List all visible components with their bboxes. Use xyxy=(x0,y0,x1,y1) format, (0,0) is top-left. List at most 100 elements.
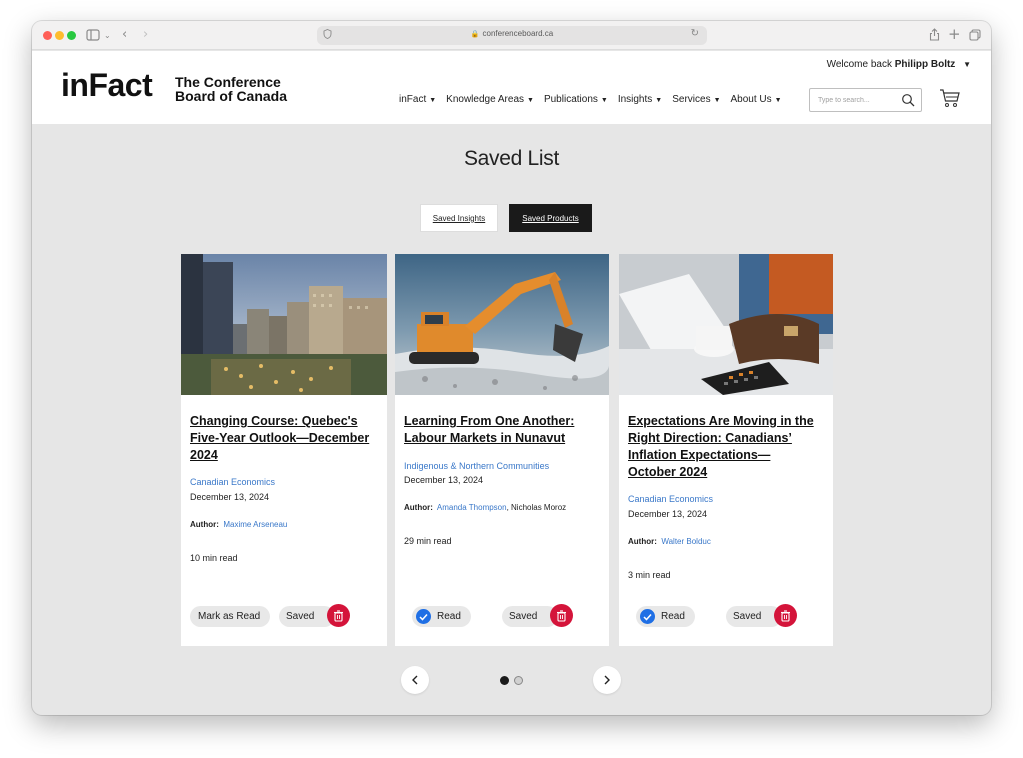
remove-saved-button[interactable] xyxy=(327,604,350,627)
trash-icon xyxy=(781,609,790,622)
remove-saved-button[interactable] xyxy=(774,604,797,627)
nav-label: Publications xyxy=(543,94,598,105)
user-name: Philipp Boltz xyxy=(894,59,956,70)
user-menu[interactable]: Welcome back Philipp Boltz ▼ xyxy=(827,59,971,70)
card-category[interactable]: Canadian Economics xyxy=(190,477,275,487)
previous-page-button[interactable] xyxy=(401,666,429,694)
card-category[interactable]: Indigenous & Northern Communities xyxy=(404,461,549,471)
saved-product-card: Expectations Are Moving in the Right Dir… xyxy=(619,254,833,646)
card-read-time: 10 min read xyxy=(190,553,238,563)
next-page-button[interactable] xyxy=(593,666,621,694)
saved-label: Saved xyxy=(286,611,315,622)
share-icon[interactable] xyxy=(929,28,940,41)
back-icon[interactable]: ‹ xyxy=(122,27,127,43)
saved-label: Saved xyxy=(733,611,762,622)
saved-product-card: Learning From One Another: Labour Market… xyxy=(395,254,609,646)
page-title: Saved List xyxy=(463,147,560,170)
caret-down-icon: ▼ xyxy=(655,97,663,104)
nav-label: Services xyxy=(672,94,711,105)
card-author: Author: Maxime Arseneau xyxy=(190,520,287,529)
trash-icon xyxy=(334,609,343,622)
address-bar[interactable]: 🔒 conferenceboard.ca ↻ xyxy=(317,26,707,45)
trash-icon xyxy=(557,609,566,622)
author-rest: , Nicholas Moroz xyxy=(506,503,567,512)
author-link[interactable]: Maxime Arseneau xyxy=(223,520,287,529)
conference-board-logo[interactable]: The Conference Board of Canada xyxy=(175,75,287,103)
nav-label: About Us xyxy=(730,94,772,105)
nav-item-about-us[interactable]: About Us ▼ xyxy=(731,94,782,105)
close-window-button[interactable] xyxy=(43,31,52,40)
cart-icon[interactable] xyxy=(939,87,961,109)
caret-down-icon: ▼ xyxy=(774,97,782,104)
url-text: conferenceboard.ca xyxy=(482,29,554,38)
tab-saved-products[interactable]: Saved Products xyxy=(509,204,592,232)
caret-down-icon: ▼ xyxy=(963,60,971,69)
new-tab-icon[interactable]: + xyxy=(948,26,961,42)
minimize-window-button[interactable] xyxy=(55,31,64,40)
saved-label: Saved xyxy=(509,611,538,622)
caret-down-icon: ▼ xyxy=(527,97,534,104)
search-icon[interactable] xyxy=(901,93,915,107)
author-label: Author: xyxy=(190,520,219,529)
page-dot-2[interactable] xyxy=(514,676,523,685)
site-header: inFact The Conference Board of Canada We… xyxy=(32,51,991,124)
read-status-button[interactable]: Read xyxy=(412,606,471,627)
remove-saved-button[interactable] xyxy=(550,604,573,627)
chevron-right-icon xyxy=(604,675,610,685)
sidebar-toggle-icon[interactable] xyxy=(86,29,100,41)
author-label: Author: xyxy=(404,503,433,512)
tab-saved-insights[interactable]: Saved Insights xyxy=(420,204,498,232)
lock-icon: 🔒 xyxy=(470,31,480,38)
nav-item-services[interactable]: Services ▼ xyxy=(672,94,720,105)
card-author: Author: Walter Bolduc xyxy=(628,537,711,546)
zoom-window-button[interactable] xyxy=(67,31,76,40)
caret-down-icon: ▼ xyxy=(713,97,721,104)
reload-icon[interactable]: ↻ xyxy=(691,28,699,39)
nav-label: Knowledge Areas xyxy=(446,94,525,105)
card-date: December 13, 2024 xyxy=(404,475,484,485)
card-category[interactable]: Canadian Economics xyxy=(628,494,713,504)
infact-logo[interactable]: inFact xyxy=(61,67,153,104)
read-label: Read xyxy=(661,611,685,622)
tab-overview-icon[interactable] xyxy=(969,29,981,41)
browser-window: ⌄ ‹ › 🔒 conferenceboard.ca ↻ + inFact The… xyxy=(32,21,991,715)
card-author: Author: Amanda Thompson, Nicholas Moroz xyxy=(404,503,566,512)
saved-product-card: Changing Course: Quebec's Five-Year Outl… xyxy=(181,254,387,646)
nav-label: Insights xyxy=(617,94,653,105)
main-nav: inFact ▼ Knowledge Areas ▼ Publications ▼ I… xyxy=(399,94,792,105)
excavator-image[interactable] xyxy=(395,254,609,395)
card-title[interactable]: Learning From One Another: Labour Market… xyxy=(404,413,592,447)
chevron-down-icon[interactable]: ⌄ xyxy=(104,28,111,44)
logo-line-1: The Conference xyxy=(175,74,281,90)
card-read-time: 29 min read xyxy=(404,536,452,546)
read-status-button[interactable]: Read xyxy=(636,606,695,627)
mark-as-read-label: Mark as Read xyxy=(198,611,261,622)
forward-icon[interactable]: › xyxy=(143,27,148,43)
card-title[interactable]: Expectations Are Moving in the Right Dir… xyxy=(628,413,816,481)
search-box xyxy=(809,88,922,112)
nav-item-knowledge-areas[interactable]: Knowledge Areas ▼ xyxy=(446,94,534,105)
mark-as-read-button[interactable]: Mark as Read xyxy=(190,606,271,627)
nav-item-publications[interactable]: Publications ▼ xyxy=(544,94,608,105)
caret-down-icon: ▼ xyxy=(429,97,437,104)
nav-item-infact[interactable]: inFact ▼ xyxy=(399,94,436,105)
calculator-hand-image[interactable] xyxy=(619,254,833,395)
author-link[interactable]: Walter Bolduc xyxy=(661,537,711,546)
card-date: December 13, 2024 xyxy=(190,492,270,502)
card-title[interactable]: Changing Course: Quebec's Five-Year Outl… xyxy=(190,413,378,464)
check-icon xyxy=(416,609,431,624)
nav-item-insights[interactable]: Insights ▼ xyxy=(618,94,662,105)
caret-down-icon: ▼ xyxy=(600,97,608,104)
browser-toolbar: ⌄ ‹ › 🔒 conferenceboard.ca ↻ + xyxy=(32,21,991,50)
page-dot-1[interactable] xyxy=(500,676,509,685)
welcome-text: Welcome back xyxy=(826,59,895,70)
author-link[interactable]: Amanda Thompson xyxy=(437,503,507,512)
nav-label: inFact xyxy=(399,94,427,105)
city-skyline-image[interactable] xyxy=(181,254,387,395)
check-icon xyxy=(640,609,655,624)
chevron-left-icon xyxy=(412,675,418,685)
card-read-time: 3 min read xyxy=(628,570,671,580)
url-display: 🔒 conferenceboard.ca xyxy=(317,29,707,38)
search-input[interactable] xyxy=(818,94,898,107)
read-label: Read xyxy=(437,611,461,622)
